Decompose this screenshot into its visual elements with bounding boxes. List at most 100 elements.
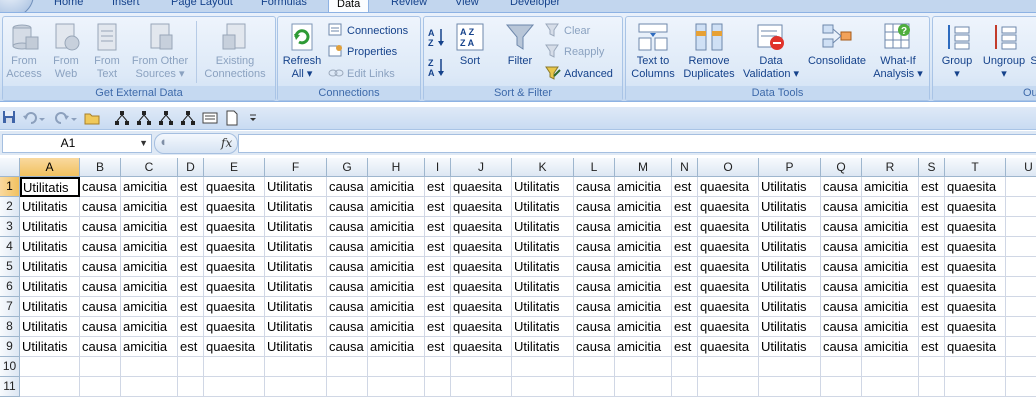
cell-d9[interactable]: est bbox=[178, 337, 204, 357]
column-header-g[interactable]: G bbox=[327, 158, 368, 177]
cell-f5[interactable]: Utilitatis bbox=[265, 257, 327, 277]
cell-h6[interactable]: amicitia bbox=[368, 277, 425, 297]
cell-a2[interactable]: Utilitatis bbox=[20, 197, 80, 217]
cell-t10[interactable] bbox=[945, 357, 1006, 377]
cell-d8[interactable]: est bbox=[178, 317, 204, 337]
cell-i10[interactable] bbox=[425, 357, 451, 377]
sort-button[interactable]: A ZZ A Sort bbox=[452, 21, 488, 68]
cell-m7[interactable]: amicitia bbox=[615, 297, 672, 317]
cell-c4[interactable]: amicitia bbox=[121, 237, 178, 257]
save-icon[interactable] bbox=[2, 110, 18, 126]
cell-e2[interactable]: quaesita bbox=[204, 197, 265, 217]
cell-e5[interactable]: quaesita bbox=[204, 257, 265, 277]
cell-q5[interactable]: causa bbox=[821, 257, 862, 277]
row-header-8[interactable]: 8 bbox=[0, 317, 20, 337]
cell-q6[interactable]: causa bbox=[821, 277, 862, 297]
cell-p6[interactable]: Utilitatis bbox=[759, 277, 821, 297]
column-header-k[interactable]: K bbox=[512, 158, 574, 177]
cell-m5[interactable]: amicitia bbox=[615, 257, 672, 277]
cell-d4[interactable]: est bbox=[178, 237, 204, 257]
cell-c11[interactable] bbox=[121, 377, 178, 397]
redo-icon[interactable] bbox=[54, 110, 70, 126]
cell-u11[interactable] bbox=[1006, 377, 1036, 397]
select-all-corner[interactable] bbox=[0, 158, 20, 177]
column-header-t[interactable]: T bbox=[945, 158, 1006, 177]
cell-r2[interactable]: amicitia bbox=[862, 197, 919, 217]
cell-l5[interactable]: causa bbox=[574, 257, 615, 277]
cell-k9[interactable]: Utilitatis bbox=[512, 337, 574, 357]
cell-c1[interactable]: amicitia bbox=[121, 177, 178, 197]
cell-q4[interactable]: causa bbox=[821, 237, 862, 257]
cell-s10[interactable] bbox=[919, 357, 945, 377]
cell-m2[interactable]: amicitia bbox=[615, 197, 672, 217]
group-button[interactable]: Group ▾ bbox=[935, 21, 979, 81]
cell-j4[interactable]: quaesita bbox=[451, 237, 512, 257]
existing-connections-button[interactable]: Existing Connections bbox=[200, 21, 270, 81]
cell-u7[interactable] bbox=[1006, 297, 1036, 317]
cell-k7[interactable]: Utilitatis bbox=[512, 297, 574, 317]
cell-b6[interactable]: causa bbox=[80, 277, 121, 297]
sort-z-to-a-button[interactable]: ZA bbox=[428, 57, 446, 78]
cell-h1[interactable]: amicitia bbox=[368, 177, 425, 197]
cell-b5[interactable]: causa bbox=[80, 257, 121, 277]
cell-r9[interactable]: amicitia bbox=[862, 337, 919, 357]
cell-t9[interactable]: quaesita bbox=[945, 337, 1006, 357]
cell-e4[interactable]: quaesita bbox=[204, 237, 265, 257]
cell-o5[interactable]: quaesita bbox=[698, 257, 759, 277]
tab-review[interactable]: Review bbox=[391, 0, 427, 12]
cell-f10[interactable] bbox=[265, 357, 327, 377]
row-header-5[interactable]: 5 bbox=[0, 257, 20, 277]
cell-c6[interactable]: amicitia bbox=[121, 277, 178, 297]
cell-a9[interactable]: Utilitatis bbox=[20, 337, 80, 357]
cell-g10[interactable] bbox=[327, 357, 368, 377]
cell-l4[interactable]: causa bbox=[574, 237, 615, 257]
properties-button[interactable]: Properties bbox=[328, 44, 397, 60]
cell-o9[interactable]: quaesita bbox=[698, 337, 759, 357]
cell-l3[interactable]: causa bbox=[574, 217, 615, 237]
cell-i2[interactable]: est bbox=[425, 197, 451, 217]
cell-i8[interactable]: est bbox=[425, 317, 451, 337]
cell-j5[interactable]: quaesita bbox=[451, 257, 512, 277]
cell-o11[interactable] bbox=[698, 377, 759, 397]
cell-s2[interactable]: est bbox=[919, 197, 945, 217]
cell-q7[interactable]: causa bbox=[821, 297, 862, 317]
cell-h5[interactable]: amicitia bbox=[368, 257, 425, 277]
column-header-j[interactable]: J bbox=[451, 158, 512, 177]
cell-c7[interactable]: amicitia bbox=[121, 297, 178, 317]
cell-o3[interactable]: quaesita bbox=[698, 217, 759, 237]
cell-e10[interactable] bbox=[204, 357, 265, 377]
tab-home[interactable]: Home bbox=[54, 0, 83, 12]
cell-a1[interactable]: Utilitatis bbox=[20, 177, 80, 197]
cell-i6[interactable]: est bbox=[425, 277, 451, 297]
cell-t6[interactable]: quaesita bbox=[945, 277, 1006, 297]
name-box-dropdown-icon[interactable]: ▼ bbox=[139, 135, 148, 152]
cell-h11[interactable] bbox=[368, 377, 425, 397]
cell-m4[interactable]: amicitia bbox=[615, 237, 672, 257]
cell-n5[interactable]: est bbox=[672, 257, 698, 277]
cell-u10[interactable] bbox=[1006, 357, 1036, 377]
formula-bar-grip-icon[interactable]: ◖ bbox=[159, 134, 167, 149]
cell-l1[interactable]: causa bbox=[574, 177, 615, 197]
column-header-o[interactable]: O bbox=[698, 158, 759, 177]
row-header-10[interactable]: 10 bbox=[0, 357, 20, 377]
new-document-icon[interactable] bbox=[224, 110, 240, 126]
name-box[interactable]: A1 ▼ bbox=[2, 134, 152, 153]
cell-k11[interactable] bbox=[512, 377, 574, 397]
cell-a4[interactable]: Utilitatis bbox=[20, 237, 80, 257]
cell-s3[interactable]: est bbox=[919, 217, 945, 237]
cell-u4[interactable] bbox=[1006, 237, 1036, 257]
column-header-q[interactable]: Q bbox=[821, 158, 862, 177]
tab-data[interactable]: Data bbox=[328, 0, 370, 12]
tab-developer[interactable]: Developer bbox=[510, 0, 560, 12]
cell-r6[interactable]: amicitia bbox=[862, 277, 919, 297]
cell-k6[interactable]: Utilitatis bbox=[512, 277, 574, 297]
cell-j1[interactable]: quaesita bbox=[451, 177, 512, 197]
cell-c2[interactable]: amicitia bbox=[121, 197, 178, 217]
cell-c9[interactable]: amicitia bbox=[121, 337, 178, 357]
cell-t11[interactable] bbox=[945, 377, 1006, 397]
cell-i3[interactable]: est bbox=[425, 217, 451, 237]
cell-c5[interactable]: amicitia bbox=[121, 257, 178, 277]
cell-e6[interactable]: quaesita bbox=[204, 277, 265, 297]
cell-g5[interactable]: causa bbox=[327, 257, 368, 277]
cell-g8[interactable]: causa bbox=[327, 317, 368, 337]
